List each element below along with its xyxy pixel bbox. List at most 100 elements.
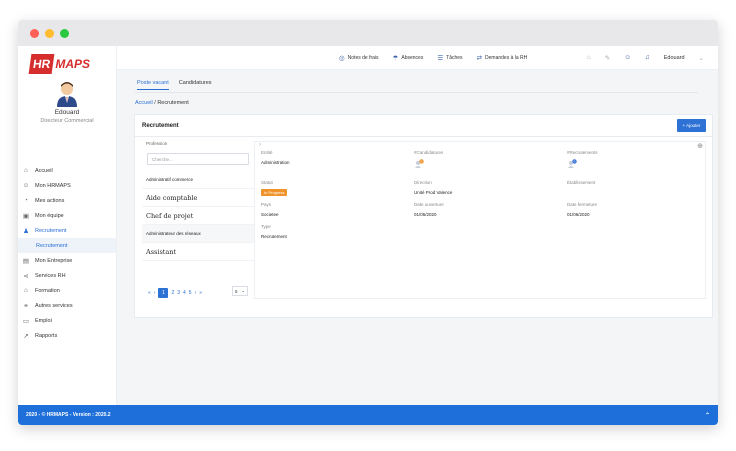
page-button-active[interactable]: 1: [158, 288, 169, 298]
title-bar: [18, 20, 718, 46]
sidebar: HR MAPS Edouard Directeur Commercial ⌂ Ac…: [18, 46, 117, 425]
field-candidatures: #Candidatures 0: [414, 150, 443, 170]
globe-icon: ◎: [339, 54, 345, 62]
sidebar-item-mon-entreprise[interactable]: ▤ Mon Entreprise: [18, 253, 116, 268]
field-label: Date ouverture: [414, 202, 444, 207]
sidebar-item-label: Formation: [35, 287, 60, 294]
sidebar-item-label: Emploi: [35, 317, 52, 324]
chevron-down-icon[interactable]: ⌄: [699, 54, 704, 62]
sidebar-item-accueil[interactable]: ⌂ Accueil: [18, 163, 116, 178]
edit-icon[interactable]: ✎: [605, 54, 610, 62]
field-value: 01/06/2020: [567, 212, 590, 217]
list-icon: ☰: [437, 54, 444, 62]
graduation-icon: ⌂: [24, 287, 28, 294]
page-button[interactable]: 3: [177, 290, 180, 296]
list-item[interactable]: Chef de projet: [142, 207, 254, 225]
next-page-button[interactable]: ›: [195, 290, 197, 296]
close-window-dot[interactable]: [30, 28, 39, 38]
chevron-up-icon[interactable]: ⌃: [705, 412, 710, 419]
field-label: Type: [261, 224, 271, 229]
sidebar-item-label: Autres services: [35, 302, 73, 309]
sidebar-item-rapports[interactable]: ↗ Rapports: [18, 328, 116, 343]
profession-label: Profession: [146, 141, 168, 146]
topbar-label: Absences: [401, 54, 424, 61]
last-page-button[interactable]: »: [199, 290, 202, 296]
card-title: Recrutement: [142, 123, 179, 129]
field-label: Statut: [261, 180, 273, 185]
list-item[interactable]: Assistant: [142, 243, 254, 261]
topbar-absences[interactable]: ☂ Absences: [393, 54, 424, 62]
card-divider: [135, 136, 712, 137]
topbar-right: ⌂ ✎ ☺ ♫ Edouard ⌄: [587, 54, 718, 62]
sidebar-item-mon-hrmaps[interactable]: ☺ Mon HRMAPS: [18, 178, 116, 193]
home-icon: ⌂: [24, 167, 28, 174]
list-item[interactable]: Administratif commerce: [142, 171, 254, 189]
field-value: Administration: [261, 160, 290, 165]
field-label: Pays: [261, 202, 272, 207]
topbar-username[interactable]: Edouard: [664, 55, 685, 61]
field-date-ouverture: Date ouverture 01/05/2020: [414, 202, 444, 217]
page-button[interactable]: 2: [171, 290, 174, 296]
first-page-button[interactable]: «: [148, 290, 151, 296]
logo-badge: HR: [28, 54, 55, 74]
breadcrumb-current: Recrutement: [157, 100, 189, 106]
avatar[interactable]: [56, 81, 78, 107]
detail-panel: › ⊕ Entité Administration #Candidatures …: [254, 141, 706, 299]
hrmaps-logo[interactable]: HR MAPS: [28, 54, 90, 74]
sidebar-item-formation[interactable]: ⌂ Formation: [18, 283, 116, 298]
recruit-icon: ♟: [23, 227, 29, 235]
tabs-divider: [135, 92, 698, 93]
list-item[interactable]: Administrateur des réseaux: [142, 225, 254, 243]
add-button[interactable]: + Ajouter: [677, 119, 706, 132]
prev-page-button[interactable]: ‹: [154, 290, 156, 296]
recruitment-card: Recrutement + Ajouter Profession Cherche…: [134, 114, 713, 318]
profile-icon[interactable]: ☺: [624, 54, 631, 61]
topbar-taches[interactable]: ☰ Tâches: [437, 54, 462, 62]
users-icon: 0: [415, 159, 424, 168]
field-recrutements: #Recrutements 0: [567, 150, 598, 170]
breadcrumb: Accueil / Recrutement: [135, 100, 189, 106]
maximize-window-dot[interactable]: [60, 28, 69, 38]
search-input[interactable]: Cherche...: [147, 153, 249, 165]
plus-circle-icon[interactable]: ⊕: [697, 142, 703, 150]
topbar-demandes-rh[interactable]: ⇄ Demandes à la RH: [477, 54, 528, 62]
tab-candidatures[interactable]: Candidatures: [179, 80, 212, 90]
breadcrumb-home[interactable]: Accueil: [135, 100, 153, 106]
browser-window: HR MAPS Edouard Directeur Commercial ⌂ Ac…: [18, 20, 718, 425]
palm-icon: ☂: [392, 54, 399, 62]
field-label: Entité: [261, 150, 273, 155]
field-label: #Candidatures: [414, 150, 444, 155]
tab-poste-vacant[interactable]: Poste vacant: [137, 80, 169, 90]
top-bar: ◎ Notes de frais ☂ Absences ☰ Tâches ⇄ Deman…: [117, 46, 718, 70]
page-size-select[interactable]: 5 ⌄: [232, 286, 248, 296]
chevron-down-icon: ⌄: [241, 288, 245, 293]
sidebar-item-mes-actions[interactable]: ◔ Mes actions: [18, 193, 116, 208]
profession-panel: Profession Cherche... Administratif comm…: [142, 141, 254, 313]
field-date-fermeture: Date fermeture 01/06/2020: [567, 202, 597, 217]
chevron-right-icon[interactable]: ›: [259, 142, 261, 148]
sidebar-item-services-rh[interactable]: ⋖ Services RH: [18, 268, 116, 283]
field-etablissement: Établissement: [567, 180, 595, 185]
share-icon: ⋖: [23, 272, 29, 280]
sidebar-item-label: Mes actions: [35, 197, 65, 204]
handshake-icon: ⚭: [23, 302, 29, 310]
field-statut: Statut In Progress: [261, 180, 288, 196]
sidebar-item-recrutement[interactable]: ♟ Recrutement: [18, 223, 116, 238]
sidebar-item-autres-services[interactable]: ⚭ Autres services: [18, 298, 116, 313]
sidebar-subitem-recrutement[interactable]: Recrutement: [18, 238, 116, 253]
sidebar-item-label: Rapports: [35, 332, 58, 339]
lock-icon[interactable]: ⌂: [587, 54, 591, 61]
field-label: Date fermeture: [567, 202, 598, 207]
user-name: Edouard: [54, 109, 80, 116]
bell-icon[interactable]: ♫: [645, 54, 650, 61]
sidebar-item-emploi[interactable]: ▭ Emploi: [18, 313, 116, 328]
app-shell: HR MAPS Edouard Directeur Commercial ⌂ Ac…: [18, 46, 718, 425]
page-button[interactable]: 5: [189, 290, 192, 296]
list-item[interactable]: Aide comptable: [142, 189, 254, 207]
topbar-notes-de-frais[interactable]: ◎ Notes de frais: [339, 54, 379, 62]
minimize-window-dot[interactable]: [45, 28, 54, 38]
sidebar-item-mon-equipe[interactable]: ▣ Mon équipe: [18, 208, 116, 223]
page-button[interactable]: 4: [183, 290, 186, 296]
sidebar-item-label: Mon équipe: [35, 212, 64, 219]
user-icon: ☺: [22, 182, 30, 189]
